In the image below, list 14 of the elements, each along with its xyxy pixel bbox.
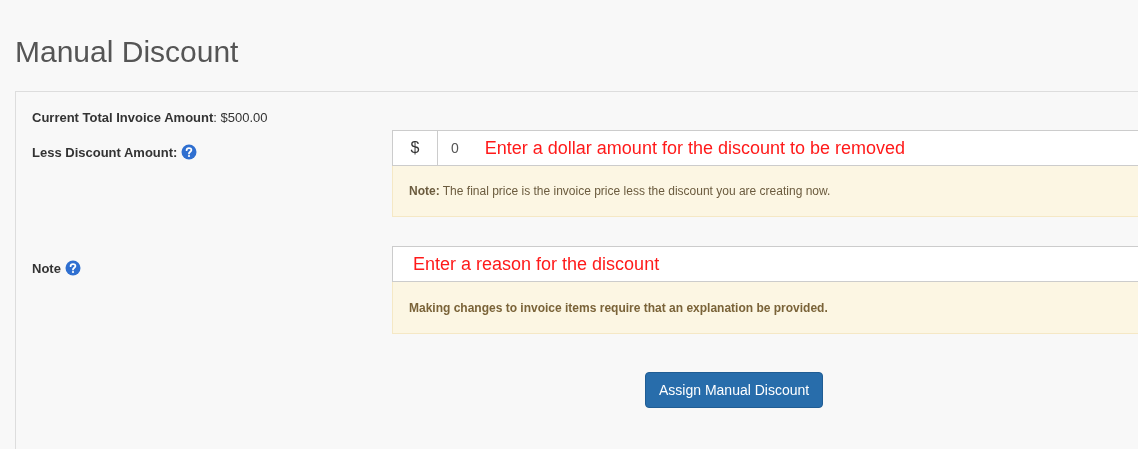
assign-discount-button[interactable]: Assign Manual Discount — [645, 372, 824, 408]
explanation-text: Making changes to invoice items require that an explanation be provided. — [409, 299, 828, 317]
help-icon[interactable] — [181, 144, 198, 160]
discount-input[interactable]: 0 — [438, 131, 485, 165]
annotation-text: Enter a dollar amount for the discount to be removed — [484, 136, 906, 160]
help-icon[interactable] — [64, 260, 81, 276]
total-value: : $500.00 — [213, 110, 268, 125]
note-label: Note — [32, 261, 61, 276]
currency-addon: $ — [393, 131, 438, 165]
annotation-text: Enter a reason for the discount — [413, 252, 660, 276]
page-title: Manual Discount — [14, 34, 239, 70]
note-text: Note: The final price is the invoice price less the discount you are creating now. — [409, 183, 831, 200]
note-input[interactable]: Enter a reason for the discount — [392, 246, 1138, 282]
discount-label: Less Discount Amount: — [32, 145, 178, 160]
